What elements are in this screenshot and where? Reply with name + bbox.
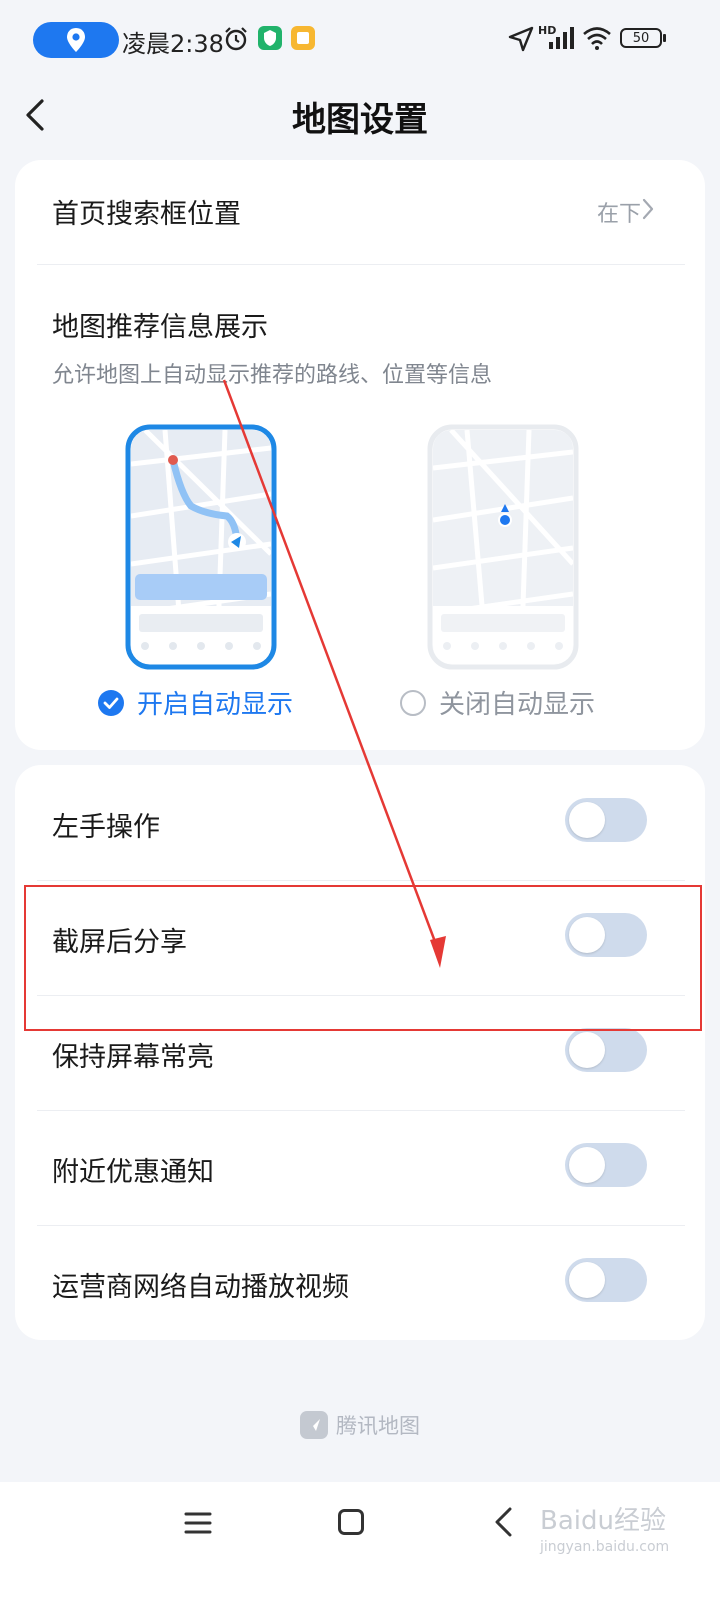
menu-icon[interactable] bbox=[184, 1510, 212, 1536]
footer-brand-label: 腾讯地图 bbox=[336, 1414, 420, 1438]
tencent-map-logo-icon bbox=[300, 1411, 328, 1439]
back-nav-icon[interactable] bbox=[492, 1506, 514, 1538]
baidu-jingyan-watermark: Baidu经验 jingyan.baidu.com bbox=[540, 1500, 669, 1555]
footer-brand: 腾讯地图 bbox=[0, 1410, 720, 1440]
annotation-arrow bbox=[222, 379, 446, 968]
home-icon[interactable] bbox=[337, 1508, 365, 1536]
watermark-text: Baidu经验 bbox=[540, 1506, 666, 1536]
watermark-subtext: jingyan.baidu.com bbox=[540, 1539, 670, 1555]
